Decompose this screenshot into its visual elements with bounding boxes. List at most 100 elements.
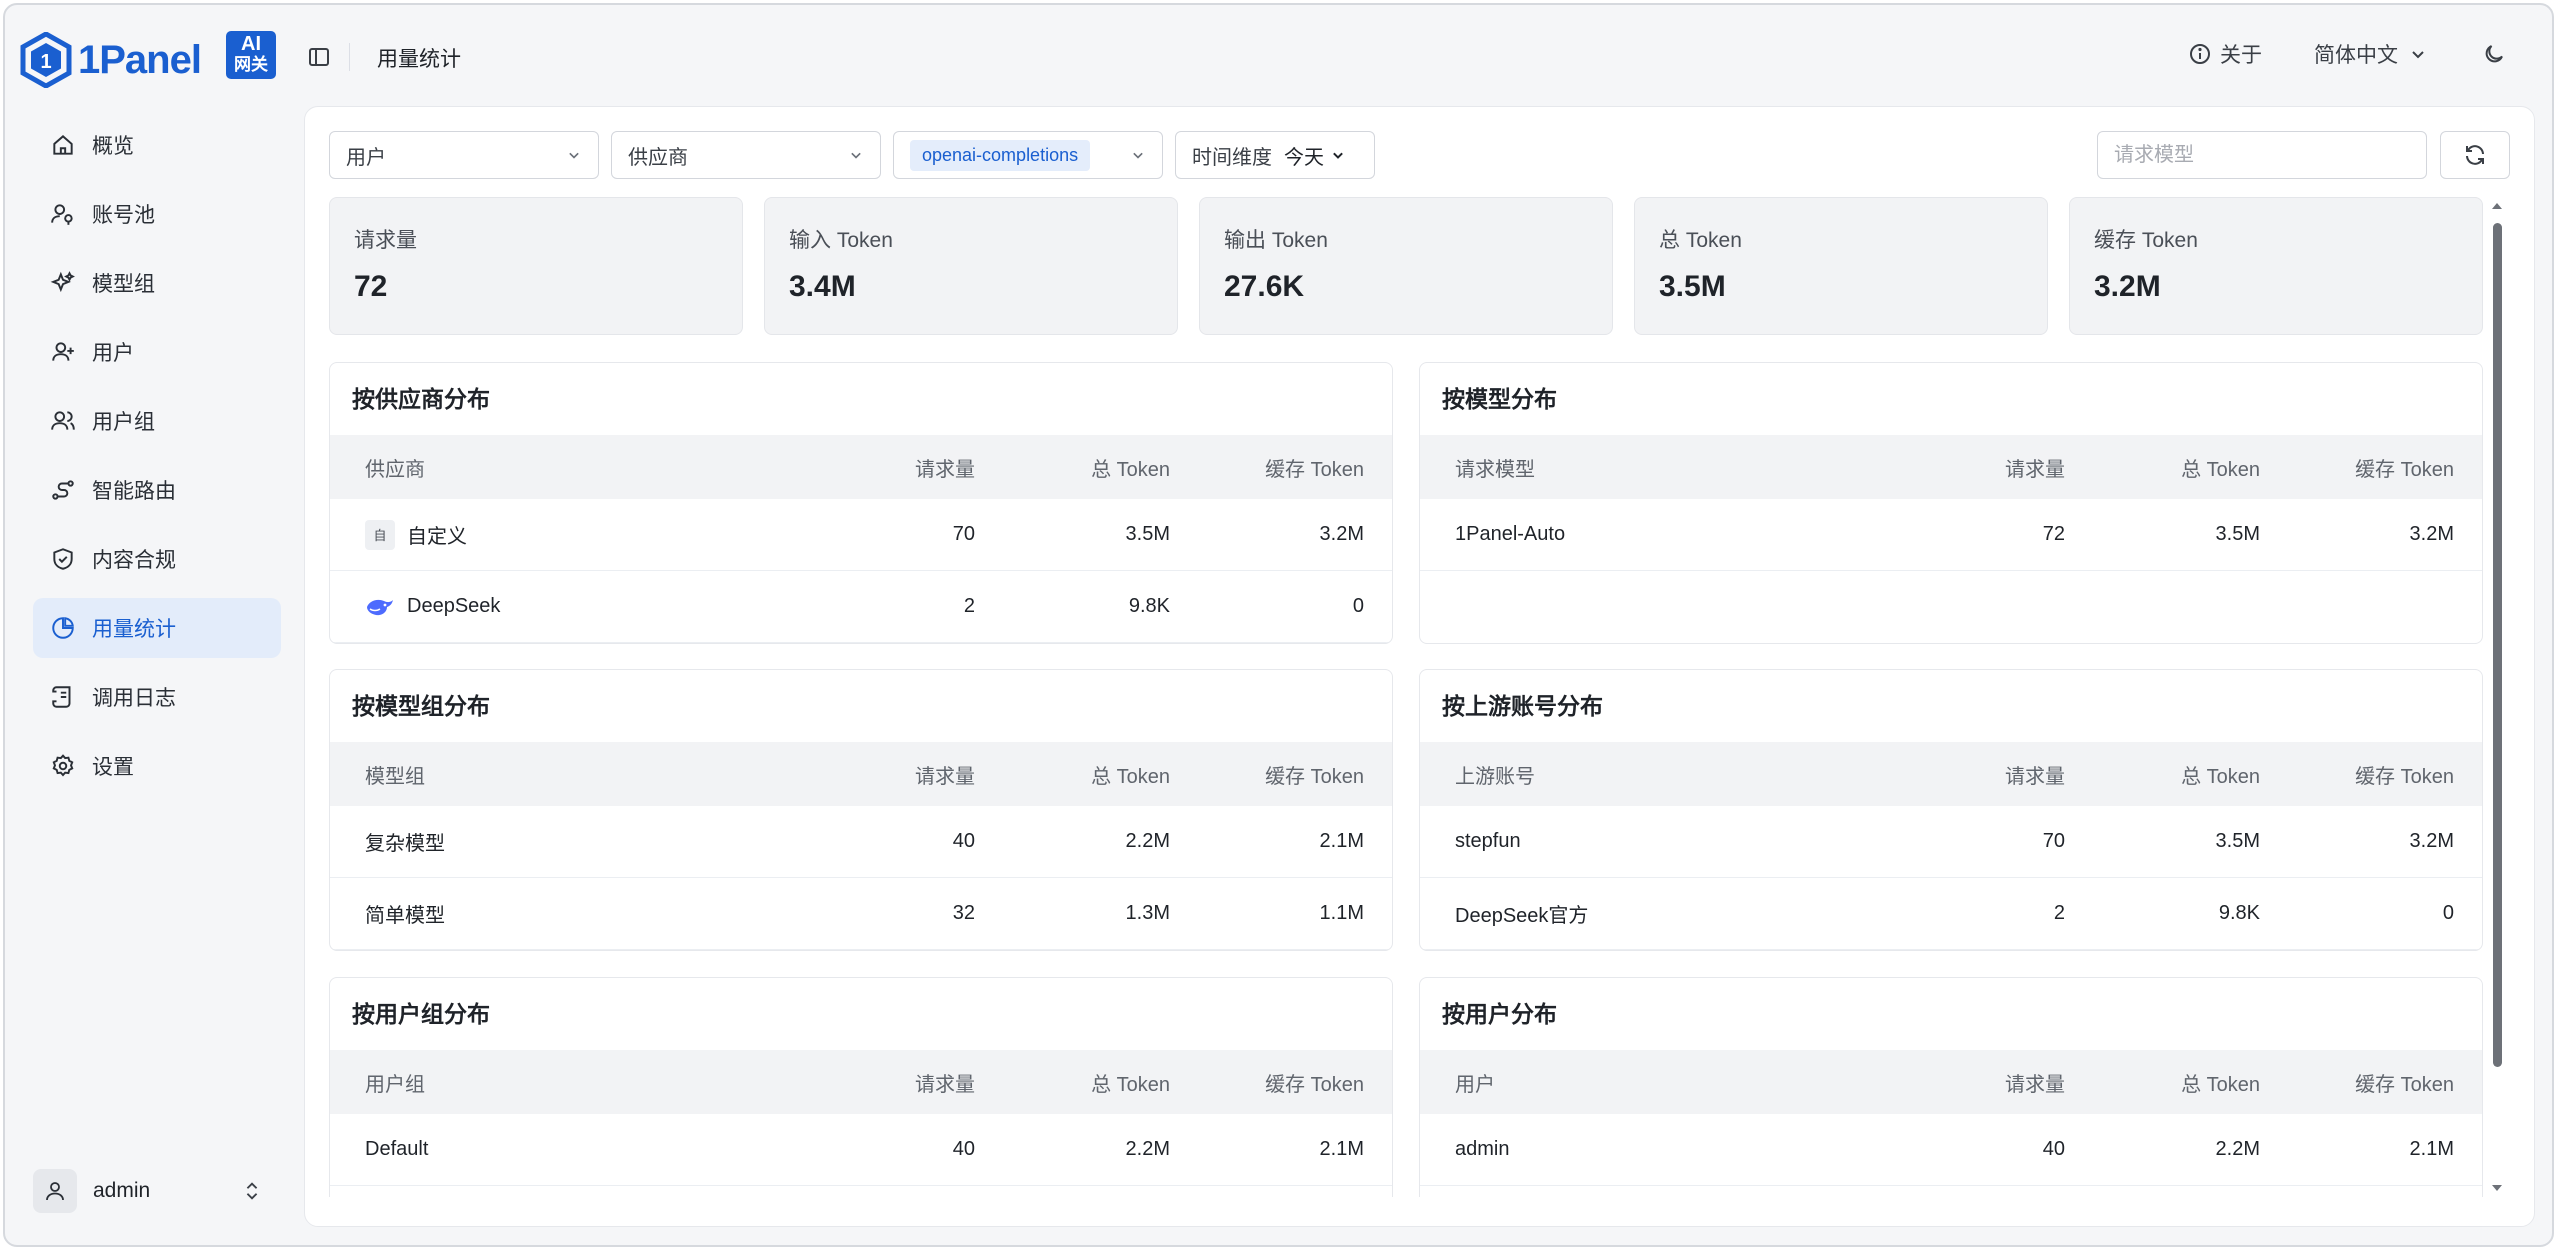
language-select[interactable]: 简体中文 bbox=[2314, 39, 2430, 69]
panel-title: 按模型组分布 bbox=[352, 693, 490, 719]
sidebar-item-usage-stats[interactable]: 用量统计 bbox=[33, 598, 281, 658]
theme-toggle-button[interactable] bbox=[2482, 42, 2506, 66]
sidebar-item-user-group[interactable]: 用户组 bbox=[33, 391, 281, 451]
svg-text:1: 1 bbox=[40, 51, 51, 73]
custom-provider-icon: 自 bbox=[365, 519, 395, 550]
shield-check-icon bbox=[53, 548, 73, 570]
vertical-scrollbar[interactable] bbox=[2490, 197, 2504, 1197]
refresh-icon bbox=[2466, 145, 2484, 165]
column-header: 请求模型 bbox=[1455, 458, 1535, 481]
column-header: 缓存 Token bbox=[1265, 1073, 1364, 1096]
page-title: 用量统计 bbox=[377, 48, 461, 71]
table-header: 用户组 请求量 总 Token 缓存 Token bbox=[330, 1050, 1392, 1114]
table-cell: 40 bbox=[952, 1138, 975, 1160]
chevron-down-icon bbox=[569, 152, 579, 159]
scroll-down-arrow-icon[interactable] bbox=[2490, 1181, 2504, 1195]
stat-label: 缓存 Token bbox=[2094, 229, 2198, 252]
sidebar-toggle-icon[interactable] bbox=[307, 45, 331, 69]
sidebar-item-overview[interactable]: 概览 bbox=[33, 115, 281, 175]
column-header: 总 Token bbox=[2181, 458, 2260, 481]
stat-label: 输入 Token bbox=[789, 229, 893, 252]
column-header: 缓存 Token bbox=[1265, 765, 1364, 788]
provider-name: 自定义 bbox=[407, 526, 467, 548]
table-cell: 40 bbox=[952, 830, 975, 852]
scrollbar-thumb[interactable] bbox=[2493, 223, 2502, 1067]
sidebar-item-content-compliance[interactable]: 内容合规 bbox=[33, 529, 281, 589]
chevron-down-icon bbox=[1133, 152, 1143, 159]
provider-filter-label: 供应商 bbox=[628, 146, 688, 169]
api-type-filter-select[interactable]: openai-completions bbox=[893, 131, 1163, 179]
upstream-account-distribution-panel: 按上游账号分布 上游账号 请求量 总 Token 缓存 Token stepfu… bbox=[1419, 669, 2483, 951]
badge-line-1: AI bbox=[241, 33, 261, 55]
ai-gateway-badge: AI 网关 bbox=[226, 31, 276, 79]
panel-title: 按供应商分布 bbox=[352, 386, 490, 412]
user-menu[interactable]: admin bbox=[33, 1161, 283, 1221]
table-row: 自 自定义 70 3.5M 3.2M bbox=[330, 499, 1392, 571]
main-panel: 用户 供应商 openai-completions 时间维度 今天 请求量 72 bbox=[304, 106, 2535, 1227]
sidebar-item-label: 账号池 bbox=[92, 204, 155, 227]
table-cell: 1.3M bbox=[1125, 902, 1170, 924]
user-filter-label: 用户 bbox=[346, 146, 386, 169]
api-type-tag[interactable]: openai-completions bbox=[910, 139, 1091, 171]
table-row: DeepSeek 2 9.8K 0 bbox=[330, 571, 1392, 643]
header-actions: 关于 简体中文 bbox=[2188, 39, 2506, 69]
about-button[interactable]: 关于 bbox=[2188, 39, 2262, 69]
table-cell: 0 bbox=[1352, 595, 1364, 617]
sidebar-item-users[interactable]: 用户 bbox=[33, 322, 281, 382]
table-row: 复杂模型 40 2.2M 2.1M bbox=[330, 806, 1392, 878]
table-cell: DeepSeek官方 bbox=[1455, 905, 1589, 927]
stat-label: 请求量 bbox=[354, 229, 417, 252]
info-icon bbox=[2190, 44, 2210, 64]
sidebar-item-label: 用户 bbox=[92, 342, 134, 365]
table-row: Default 40 2.2M 2.1M bbox=[330, 1114, 1392, 1186]
table-cell: stepfun bbox=[1455, 830, 1521, 852]
moon-icon bbox=[2485, 45, 2503, 63]
chevron-up-down-icon[interactable] bbox=[241, 1179, 263, 1203]
sidebar-item-label: 智能路由 bbox=[92, 480, 176, 503]
sidebar-item-settings[interactable]: 设置 bbox=[33, 736, 281, 796]
stat-card-total-token: 总 Token 3.5M bbox=[1634, 197, 2048, 335]
stat-label: 总 Token bbox=[1659, 229, 1742, 252]
column-header: 模型组 bbox=[365, 765, 425, 788]
table-cell: admin bbox=[1455, 1138, 1510, 1160]
sidebar-item-label: 设置 bbox=[92, 756, 134, 779]
table-cell: DeepSeek bbox=[330, 592, 850, 622]
table-cell: 3.5M bbox=[2215, 523, 2260, 545]
panel-title: 按上游账号分布 bbox=[1442, 693, 1603, 719]
table-cell: Default bbox=[365, 1138, 429, 1160]
column-header: 请求量 bbox=[2005, 765, 2065, 788]
table-cell: 2.1M bbox=[1319, 830, 1364, 852]
logo-hexagon-icon: 1 bbox=[20, 32, 72, 88]
app-window: 1 1Panel AI 网关 用量统计 关于 简体中文 概览 账号池 模型组 用… bbox=[3, 3, 2554, 1247]
provider-distribution-panel: 按供应商分布 供应商 请求量 总 Token 缓存 Token 自 自定义 70… bbox=[329, 362, 1393, 644]
sidebar-item-account-pool[interactable]: 账号池 bbox=[33, 184, 281, 244]
model-search-input[interactable] bbox=[2097, 131, 2427, 179]
table-row: 1Panel-Auto 72 3.5M 3.2M bbox=[1420, 499, 2482, 571]
provider-filter-select[interactable]: 供应商 bbox=[611, 131, 881, 179]
sidebar-item-model-group[interactable]: 模型组 bbox=[33, 253, 281, 313]
table-cell: 72 bbox=[2042, 523, 2065, 545]
column-header: 供应商 bbox=[365, 458, 425, 481]
time-dimension-value: 今天 bbox=[1284, 146, 1324, 169]
sidebar-item-smart-routing[interactable]: 智能路由 bbox=[33, 460, 281, 520]
table-cell: 2.1M bbox=[2409, 1138, 2454, 1160]
column-header: 请求量 bbox=[2005, 1073, 2065, 1096]
stat-card-output-token: 输出 Token 27.6K bbox=[1199, 197, 1613, 335]
user-filter-select[interactable]: 用户 bbox=[329, 131, 599, 179]
column-header: 总 Token bbox=[1091, 458, 1170, 481]
sidebar-item-label: 用户组 bbox=[92, 411, 155, 434]
stats-content: 请求量 72 输入 Token 3.4M 输出 Token 27.6K 总 To… bbox=[329, 197, 2483, 1197]
table-cell: 9.8K bbox=[2218, 902, 2260, 924]
gear-icon bbox=[52, 754, 74, 777]
scroll-up-arrow-icon[interactable] bbox=[2490, 199, 2504, 213]
refresh-button[interactable] bbox=[2440, 131, 2510, 179]
panel-title: 按用户分布 bbox=[1442, 1001, 1557, 1027]
sidebar-item-call-logs[interactable]: 调用日志 bbox=[33, 667, 281, 727]
time-dimension-select[interactable]: 时间维度 今天 bbox=[1175, 131, 1375, 179]
table-row: stepfun 70 3.5M 3.2M bbox=[1420, 806, 2482, 878]
sidebar: 概览 账号池 模型组 用户 用户组 智能路由 内容合规 用量统计 调用日志 设置 bbox=[33, 115, 281, 805]
table-cell: 9.8K bbox=[1128, 595, 1170, 617]
avatar bbox=[33, 1169, 77, 1213]
column-header: 总 Token bbox=[1091, 765, 1170, 788]
table-cell: 70 bbox=[2042, 830, 2065, 852]
